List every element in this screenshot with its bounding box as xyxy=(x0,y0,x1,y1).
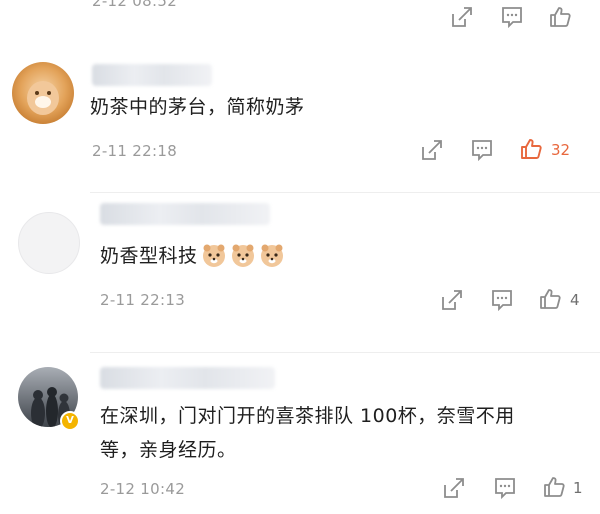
username-blurred[interactable] xyxy=(100,367,275,389)
comment-date: 2-12 10:42 xyxy=(100,480,186,498)
comment-icon[interactable] xyxy=(470,138,494,162)
comment-date: 2-12 08:52 xyxy=(92,0,178,10)
like-icon[interactable] xyxy=(548,5,572,29)
doge-face-icon xyxy=(201,242,227,268)
repost-icon[interactable] xyxy=(420,138,444,162)
comment-text: 在深圳，门对门开的喜茶排队 100杯，奈雪不用 xyxy=(100,405,515,427)
comment-text: 奶香型科技 xyxy=(100,245,198,267)
username-blurred[interactable] xyxy=(100,203,270,225)
comment-icon[interactable] xyxy=(500,5,524,29)
comment-date: 2-11 22:13 xyxy=(100,291,186,309)
comment-text-row: 奶香型科技 xyxy=(100,241,285,272)
like-count: 4 xyxy=(570,291,580,309)
comment-text: 等，亲身经历。 xyxy=(100,439,237,461)
comment-item: 奶香型科技 2-11 22:13 4 xyxy=(0,193,600,343)
avatar[interactable] xyxy=(12,62,74,124)
like-count: 1 xyxy=(573,479,583,497)
comment-text: 奶茶中的茅台，简称奶茅 xyxy=(90,96,305,118)
avatar[interactable] xyxy=(18,212,80,274)
like-icon[interactable] xyxy=(519,137,543,161)
avatar-image-icon xyxy=(12,62,74,124)
like-icon[interactable] xyxy=(538,287,562,311)
comment-partial-top: 2-12 08:52 xyxy=(0,0,600,40)
comment-item: 奶茶中的茅台，简称奶茅 2-11 22:18 32 xyxy=(0,40,600,190)
comment-item: V 在深圳，门对门开的喜茶排队 100杯，奈雪不用 等，亲身经历。 2-12 1… xyxy=(0,353,600,514)
verified-badge-icon: V xyxy=(60,411,80,431)
repost-icon[interactable] xyxy=(442,476,466,500)
like-count: 32 xyxy=(551,141,571,159)
comment-icon[interactable] xyxy=(493,476,517,500)
repost-icon[interactable] xyxy=(450,5,474,29)
repost-icon[interactable] xyxy=(440,288,464,312)
like-icon[interactable] xyxy=(542,475,566,499)
comment-date: 2-11 22:18 xyxy=(92,142,178,160)
username-blurred[interactable] xyxy=(92,64,212,86)
doge-face-icon xyxy=(259,242,285,268)
comment-icon[interactable] xyxy=(490,288,514,312)
doge-face-icon xyxy=(230,242,256,268)
